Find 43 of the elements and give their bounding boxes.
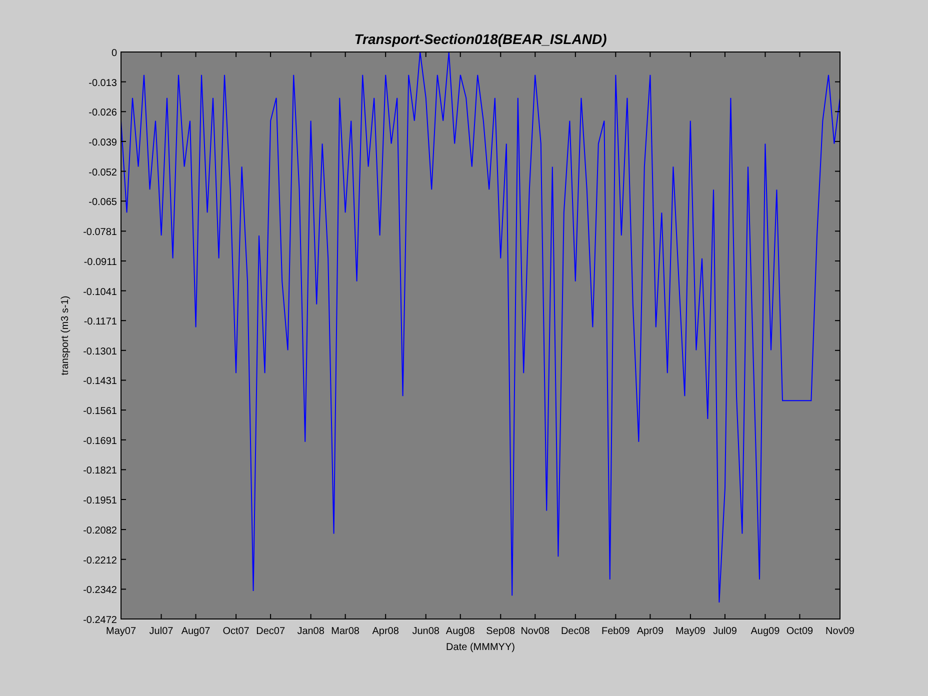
x-tick-label: May09 bbox=[675, 626, 706, 637]
y-tick-label: -0.039 bbox=[88, 137, 117, 148]
x-tick-label: Jul07 bbox=[149, 626, 174, 637]
x-tick-label: Aug07 bbox=[181, 626, 210, 637]
x-tick-label: Aug08 bbox=[446, 626, 475, 637]
y-tick-label: -0.1561 bbox=[83, 406, 117, 418]
x-tick-label: Apr09 bbox=[636, 626, 664, 637]
x-tick-label: May07 bbox=[106, 626, 136, 637]
x-tick-label: Nov09 bbox=[826, 626, 854, 637]
y-tick-label: -0.0781 bbox=[83, 227, 117, 238]
x-tick-label: Apr08 bbox=[372, 626, 399, 637]
y-tick-label: -0.1951 bbox=[83, 496, 117, 506]
y-axis-label: transport (m3 s-1) bbox=[60, 296, 71, 376]
x-tick-label: Jun08 bbox=[412, 626, 440, 637]
x-tick-label: Mar08 bbox=[331, 626, 360, 637]
y-tick-label: -0.1171 bbox=[84, 316, 117, 328]
x-tick-label: Oct09 bbox=[786, 626, 814, 637]
x-tick-label: Aug09 bbox=[750, 626, 780, 637]
x-tick-label: Jan08 bbox=[297, 626, 324, 637]
y-tick-label: -0.1691 bbox=[83, 436, 117, 447]
y-tick-label: -0.026 bbox=[88, 108, 117, 119]
y-tick-label: -0.065 bbox=[88, 197, 117, 208]
x-tick-label: Feb09 bbox=[602, 626, 630, 637]
y-tick-label: -0.1301 bbox=[83, 346, 117, 358]
x-axis-label: Date (MMMYY) bbox=[446, 642, 515, 653]
y-tick-label: -0.2082 bbox=[83, 526, 117, 537]
y-tick-label: -0.013 bbox=[88, 78, 117, 89]
x-tick-label: Sep08 bbox=[486, 626, 516, 637]
y-tick-label: -0.2342 bbox=[83, 585, 117, 596]
y-tick-label: 0 bbox=[111, 48, 117, 59]
y-tick-label: -0.1821 bbox=[83, 466, 117, 477]
y-tick-label: -0.2472 bbox=[83, 615, 117, 626]
y-tick-label: -0.1431 bbox=[83, 376, 117, 388]
x-tick-label: Dec08 bbox=[560, 626, 590, 637]
chart-title: Transport-Section018(BEAR_ISLAND) bbox=[354, 31, 607, 47]
x-tick-label: Dec07 bbox=[256, 626, 285, 637]
x-tick-label: Jul09 bbox=[713, 626, 737, 637]
y-tick-label: -0.2212 bbox=[83, 555, 117, 566]
y-tick-label: -0.1041 bbox=[83, 286, 117, 298]
y-tick-label: -0.052 bbox=[88, 167, 117, 178]
x-tick-label: Oct07 bbox=[222, 626, 250, 637]
x-tick-label: Nov08 bbox=[520, 626, 550, 637]
y-tick-label: -0.0911 bbox=[84, 256, 117, 268]
